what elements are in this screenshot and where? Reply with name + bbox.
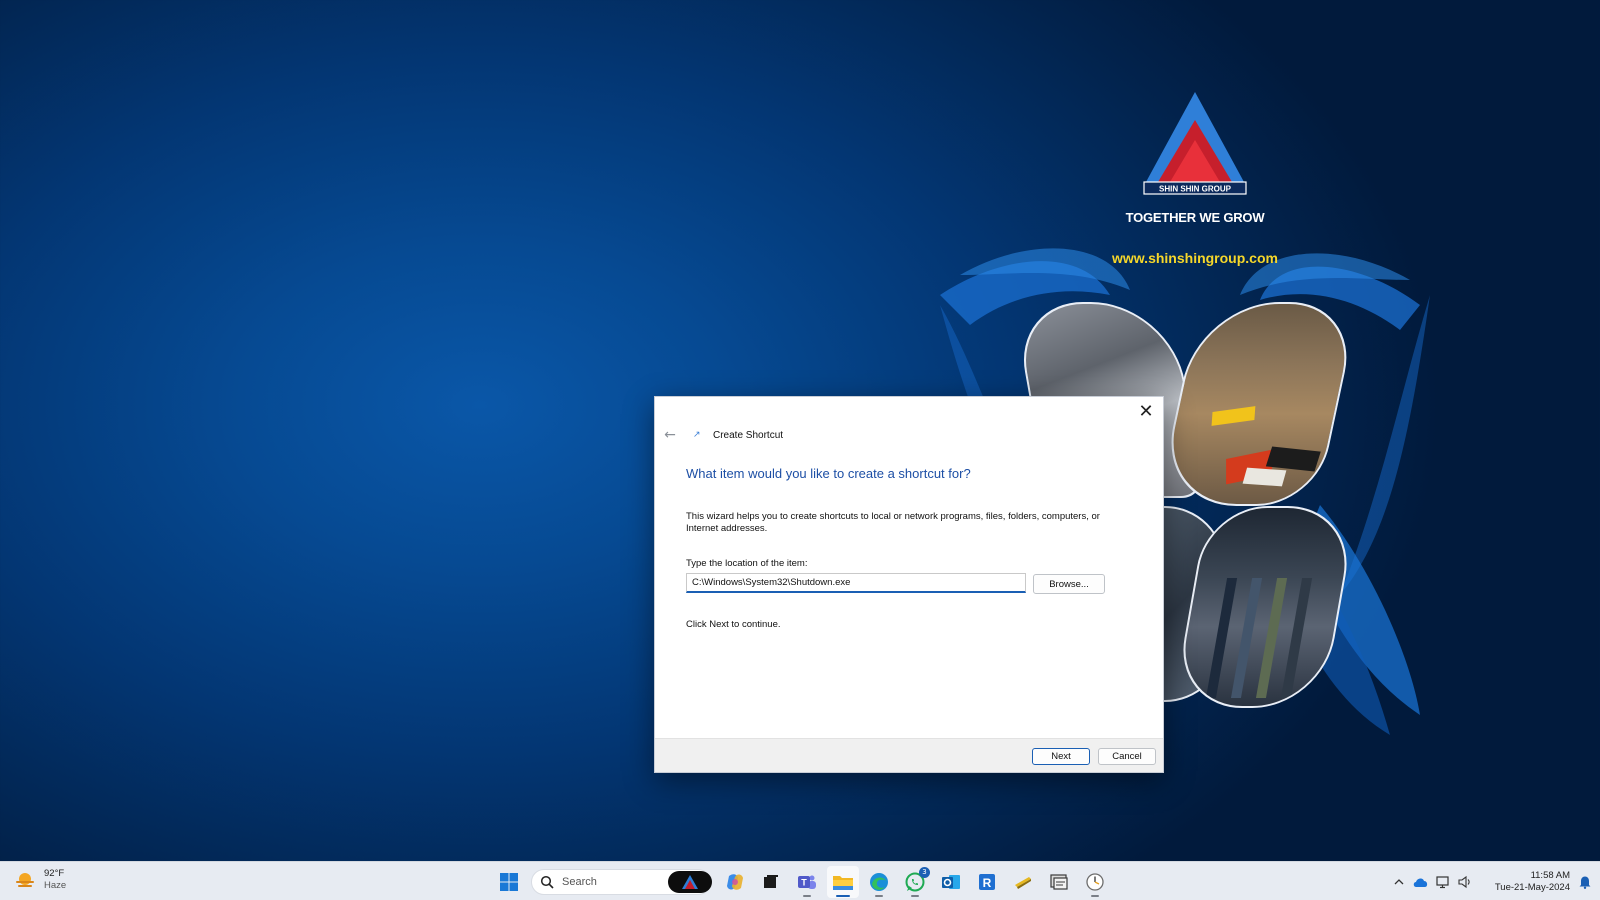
logo-text: SHIN SHIN GROUP xyxy=(1159,185,1232,194)
shin-shin-triangle-icon xyxy=(682,874,698,889)
clock-app-icon xyxy=(1086,872,1104,891)
sun-haze-icon xyxy=(16,873,34,887)
taskbar-edge[interactable] xyxy=(863,866,895,898)
outlook-icon xyxy=(942,874,960,889)
weather-condition: Haze xyxy=(44,880,67,891)
photo-detail xyxy=(1280,578,1313,698)
photo-detail xyxy=(1211,406,1256,426)
taskbar-remote-desktop[interactable]: R xyxy=(971,866,1003,898)
show-hidden-icons-button[interactable] xyxy=(1388,869,1410,895)
edge-icon xyxy=(870,872,888,891)
photo-detail xyxy=(1265,446,1321,472)
taskbar-whatsapp[interactable]: 3 xyxy=(899,866,931,898)
chevron-up-icon xyxy=(1394,878,1404,884)
network-icon xyxy=(1436,875,1449,888)
taskbar-apps: Search T 3 R xyxy=(491,862,1113,900)
location-input[interactable] xyxy=(686,573,1026,593)
onedrive-button[interactable] xyxy=(1410,869,1432,895)
taskbar-clock-app[interactable] xyxy=(1079,866,1111,898)
onedrive-cloud-icon xyxy=(1413,877,1428,887)
photo-detail xyxy=(1255,578,1288,698)
network-button[interactable] xyxy=(1432,869,1454,895)
shortcut-wizard-icon: ↗ xyxy=(693,430,701,440)
start-button[interactable] xyxy=(493,866,525,898)
photo-detail xyxy=(1230,578,1263,698)
weather-temperature: 92°F xyxy=(44,868,65,879)
folder-icon xyxy=(833,875,853,890)
windows-icon xyxy=(500,872,518,891)
clock-time: 11:58 AM xyxy=(1530,869,1570,881)
control-panel-icon xyxy=(1050,873,1068,890)
close-button[interactable]: ✕ xyxy=(1135,401,1157,423)
dialog-header: ← ↗ Create Shortcut xyxy=(661,425,783,445)
taskbar-control-panel[interactable] xyxy=(1043,866,1075,898)
browse-button[interactable]: Browse... xyxy=(1033,574,1105,594)
create-shortcut-dialog: ✕ ← ↗ Create Shortcut What item would yo… xyxy=(654,396,1164,773)
photo-detail xyxy=(1205,578,1238,698)
shin-shin-group-logo: SHIN SHIN GROUP xyxy=(1143,92,1247,195)
tool-icon xyxy=(1015,876,1031,889)
desktop: SHIN SHIN GROUP TOGETHER WE GROW www.shi… xyxy=(0,0,1600,861)
taskbar-outlook[interactable] xyxy=(935,866,967,898)
brand-website: www.shinshingroup.com xyxy=(1112,250,1278,266)
back-button[interactable]: ← xyxy=(661,426,679,444)
svg-text:R: R xyxy=(983,876,992,890)
weather-widget[interactable]: 92°F Haze xyxy=(14,868,66,892)
taskbar-task-view[interactable] xyxy=(755,866,787,898)
brand-tagline: TOGETHER WE GROW xyxy=(1125,210,1265,225)
bell-icon xyxy=(1579,876,1591,889)
svg-text:T: T xyxy=(801,877,807,887)
search-icon xyxy=(540,875,554,889)
clock-date: Tue-21-May-2024 xyxy=(1494,881,1570,893)
system-tray: 11:58 AM Tue-21-May-2024 xyxy=(1388,862,1600,900)
running-indicator xyxy=(836,894,850,897)
taskbar-tool[interactable] xyxy=(1007,866,1039,898)
taskbar-teams[interactable]: T xyxy=(791,866,823,898)
taskbar: 92°F Haze Search T 3 R 11:58 AM Tue-21-M… xyxy=(0,861,1600,900)
volume-button[interactable] xyxy=(1454,869,1476,895)
task-view-icon xyxy=(764,874,778,888)
dialog-footer: Next Cancel xyxy=(655,738,1163,772)
taskbar-clock[interactable]: 11:58 AM Tue-21-May-2024 xyxy=(1486,870,1570,894)
search-placeholder: Search xyxy=(562,875,597,888)
taskbar-search[interactable]: Search xyxy=(531,868,712,895)
dialog-heading: What item would you like to create a sho… xyxy=(686,466,971,481)
whatsapp-badge: 3 xyxy=(919,866,930,878)
photo-detail xyxy=(1242,467,1287,487)
dialog-title: Create Shortcut xyxy=(713,429,784,441)
running-indicator xyxy=(803,894,811,897)
running-indicator xyxy=(1091,894,1099,897)
notifications-button[interactable] xyxy=(1572,869,1598,895)
continue-note: Click Next to continue. xyxy=(686,619,781,630)
teams-icon: T xyxy=(798,875,816,889)
location-field-label: Type the location of the item: xyxy=(686,558,808,569)
taskbar-copilot[interactable] xyxy=(719,866,751,898)
running-indicator xyxy=(911,894,919,897)
taskbar-file-explorer[interactable] xyxy=(827,865,859,898)
speaker-icon xyxy=(1458,875,1470,888)
search-highlight-badge[interactable] xyxy=(668,870,712,893)
next-button[interactable]: Next xyxy=(1032,748,1090,765)
remote-desktop-icon: R xyxy=(979,873,995,890)
running-indicator xyxy=(875,894,883,897)
cancel-button[interactable]: Cancel xyxy=(1098,748,1156,765)
copilot-icon xyxy=(727,873,743,890)
dialog-description: This wizard helps you to create shortcut… xyxy=(686,511,1100,534)
